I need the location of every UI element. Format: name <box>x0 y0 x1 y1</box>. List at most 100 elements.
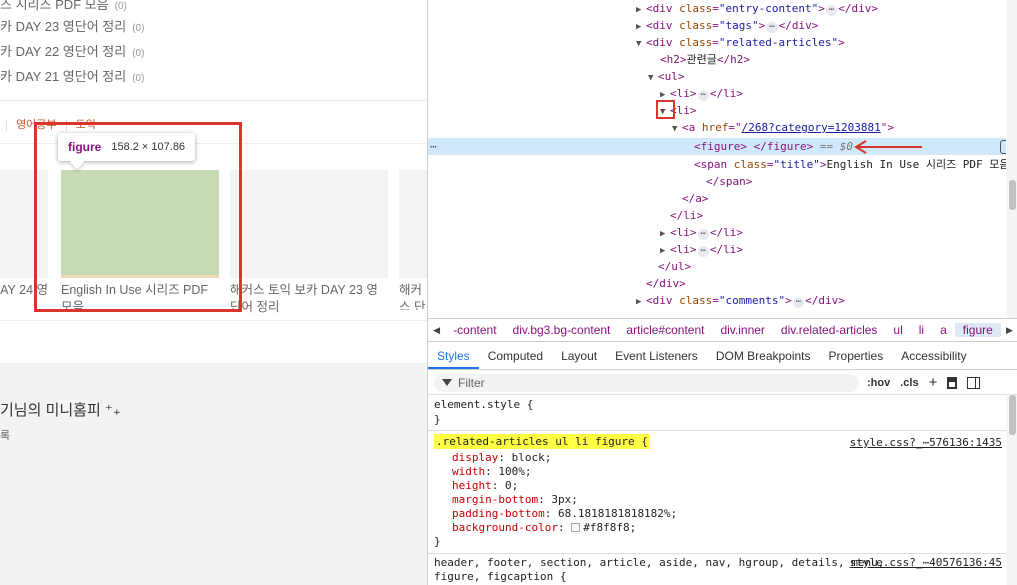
divider <box>0 320 427 321</box>
scrollbar-thumb[interactable] <box>1009 180 1016 210</box>
breadcrumb-item[interactable]: div.bg3.bg-content <box>505 323 619 337</box>
page-preview: 즈 시리즈 PDF 모음 (0) 카 DAY 23 영단어 정리 (0) 카 DAY… <box>0 0 427 585</box>
css-property[interactable]: background-color: #f8f8f8; <box>452 521 636 535</box>
attr-value: "tags" <box>718 19 759 32</box>
attr-name: class <box>679 19 713 32</box>
dom-node[interactable]: <h2>관련글</h2> <box>660 51 750 68</box>
css-property[interactable]: margin-bottom: 3px; <box>452 493 578 507</box>
color-swatch[interactable] <box>571 523 581 532</box>
category-label: 즈 시리즈 PDF 모음 <box>0 0 109 12</box>
css-property[interactable]: width: 100%; <box>452 465 532 479</box>
article-title[interactable]: 해커스 토익 보카 DAY 23 영단어 정리 <box>230 282 388 316</box>
rule-source-link[interactable]: style.css?_⋯40576136:45 <box>850 556 1002 570</box>
attr-value: "related-articles" <box>718 36 839 49</box>
breadcrumb-right-icon[interactable]: ▶ <box>1001 325 1017 336</box>
rule-selector[interactable]: figure, figcaption { <box>434 570 566 584</box>
css-property[interactable]: padding-bottom: 68.1818181818182%; <box>452 507 677 521</box>
category-item[interactable]: 카 DAY 21 영단어 정리 (0) <box>0 66 144 85</box>
category-label: 카 DAY 22 영단어 정리 <box>0 44 127 59</box>
tab-styles[interactable]: Styles <box>428 349 479 369</box>
dom-node[interactable]: ▶ <div class="comments"> ⋯ </div> <box>636 292 845 309</box>
attr-name: class <box>733 158 767 171</box>
breadcrumb-item[interactable]: div.related-articles <box>773 323 885 337</box>
category-item[interactable]: 즈 시리즈 PDF 모음 (0) <box>0 0 127 13</box>
dom-node[interactable]: </li> <box>670 207 703 224</box>
tab-properties[interactable]: Properties <box>820 349 893 369</box>
styles-tabs: Styles Computed Layout Event Listeners D… <box>428 343 1017 370</box>
collapse-triangle-icon[interactable]: ▼ <box>648 70 658 87</box>
breadcrumb-item-active[interactable]: figure <box>954 323 1001 337</box>
dom-node[interactable]: ▼ <a href="/268?category=1203881"> <box>672 119 894 136</box>
article-thumbnail[interactable] <box>399 170 427 278</box>
ellipsis-icon[interactable]: ⋯ <box>825 5 838 16</box>
ellipsis-icon[interactable]: ⋯ <box>697 229 709 240</box>
dom-node[interactable]: </a> <box>682 190 709 207</box>
ellipsis-icon[interactable]: ⋯ <box>792 297 805 308</box>
breadcrumb-item[interactable]: article#content <box>618 323 712 337</box>
ellipsis-icon[interactable]: ⋯ <box>766 22 778 33</box>
attr-name: class <box>679 2 713 15</box>
tab-layout[interactable]: Layout <box>552 349 606 369</box>
dom-node[interactable]: ▶ <li> ⋯ </li> <box>660 241 743 258</box>
divider <box>428 553 1006 554</box>
dom-node[interactable]: </ul> <box>658 258 691 275</box>
breadcrumb-item[interactable]: -content <box>445 323 504 337</box>
prop-name: background-color <box>452 521 558 534</box>
dom-node[interactable]: </div> <box>646 275 686 292</box>
node-content: <figure> </figure> == $0 <box>694 138 853 155</box>
dom-node[interactable]: ▼ <div class="related-articles"> <box>636 34 845 51</box>
dom-node-selected[interactable]: <figure> </figure> == $0 <box>428 138 1017 155</box>
css-property[interactable]: height: 0; <box>452 479 518 493</box>
arrow-left-icon <box>854 140 922 154</box>
collapse-triangle-icon[interactable]: ▼ <box>672 121 682 138</box>
breadcrumb-item[interactable]: ul <box>885 323 910 337</box>
tab-dom-breakpoints[interactable]: DOM Breakpoints <box>707 349 820 369</box>
category-item[interactable]: 카 DAY 22 영단어 정리 (0) <box>0 41 144 60</box>
prop-name: padding-bottom <box>452 507 545 520</box>
article-title[interactable]: 해커스 단어 정 <box>399 282 427 310</box>
element-style-selector[interactable]: element.style { <box>434 398 533 412</box>
blog-footer: 기님의 미니홈피 ⁺₊ 록 <box>0 363 427 585</box>
dom-node[interactable]: <span class="title">English In Use 시리즈 P… <box>694 156 1010 173</box>
related-article-card[interactable]: 해커스 단어 정 <box>399 170 427 310</box>
rule-selector[interactable]: header, footer, section, article, aside,… <box>434 556 884 570</box>
cls-toggle[interactable]: .cls <box>900 377 918 389</box>
toggle-sidebar-icon[interactable] <box>967 376 981 389</box>
filter-input[interactable]: Filter <box>434 373 859 392</box>
hov-toggle[interactable]: :hov <box>867 377 890 389</box>
css-property[interactable]: display: block; <box>452 451 551 465</box>
styles-pane: element.style { } .related-articles ul l… <box>428 395 1017 585</box>
more-dots-icon[interactable]: ⋯ <box>430 140 437 153</box>
ellipsis-icon[interactable]: ⋯ <box>697 246 709 257</box>
add-rule-icon[interactable]: + <box>929 374 938 391</box>
tab-computed[interactable]: Computed <box>479 349 552 369</box>
breadcrumb-left-icon[interactable]: ◀ <box>428 325 445 336</box>
dom-node[interactable]: ▶ <div class="entry-content"> ⋯ </div> <box>636 0 878 17</box>
tab-event-listeners[interactable]: Event Listeners <box>606 349 707 369</box>
dom-node[interactable]: ▶ <li> ⋯ </li> <box>660 224 743 241</box>
attr-link[interactable]: /268?category=1203881 <box>742 121 881 134</box>
tab-accessibility[interactable]: Accessibility <box>892 349 975 369</box>
ellipsis-icon[interactable]: ⋯ <box>697 90 709 101</box>
paint-brush-icon[interactable] <box>947 376 958 389</box>
breadcrumb-item[interactable]: a <box>932 323 955 337</box>
rule-source-link[interactable]: style.css?_⋯576136:1435 <box>850 436 1002 450</box>
attr-name: class <box>679 294 713 307</box>
dom-node[interactable]: ▼ <ul> <box>648 68 685 85</box>
tooltip-tag: figure <box>68 140 102 154</box>
category-item[interactable]: 카 DAY 23 영단어 정리 (0) <box>0 16 144 35</box>
expand-triangle-icon[interactable]: ▶ <box>636 294 646 311</box>
breadcrumb-item[interactable]: div.inner <box>712 323 772 337</box>
divider <box>428 430 1006 431</box>
breadcrumb-item[interactable]: li <box>911 323 932 337</box>
dom-node[interactable]: </span> <box>706 173 752 190</box>
scrollbar-thumb[interactable] <box>1009 395 1016 435</box>
elements-scrollbar[interactable] <box>1006 0 1017 318</box>
styles-scrollbar[interactable] <box>1006 395 1017 585</box>
rule-close: } <box>434 413 441 426</box>
collapse-triangle-icon[interactable]: ▼ <box>636 36 646 53</box>
dom-node[interactable]: ▶ <div class="tags"> ⋯ </div> <box>636 17 818 34</box>
rule-selector[interactable]: .related-articles ul li figure { <box>434 434 650 449</box>
footer-title[interactable]: 기님의 미니홈피 ⁺₊ <box>0 399 121 420</box>
article-thumbnail[interactable] <box>230 170 388 278</box>
